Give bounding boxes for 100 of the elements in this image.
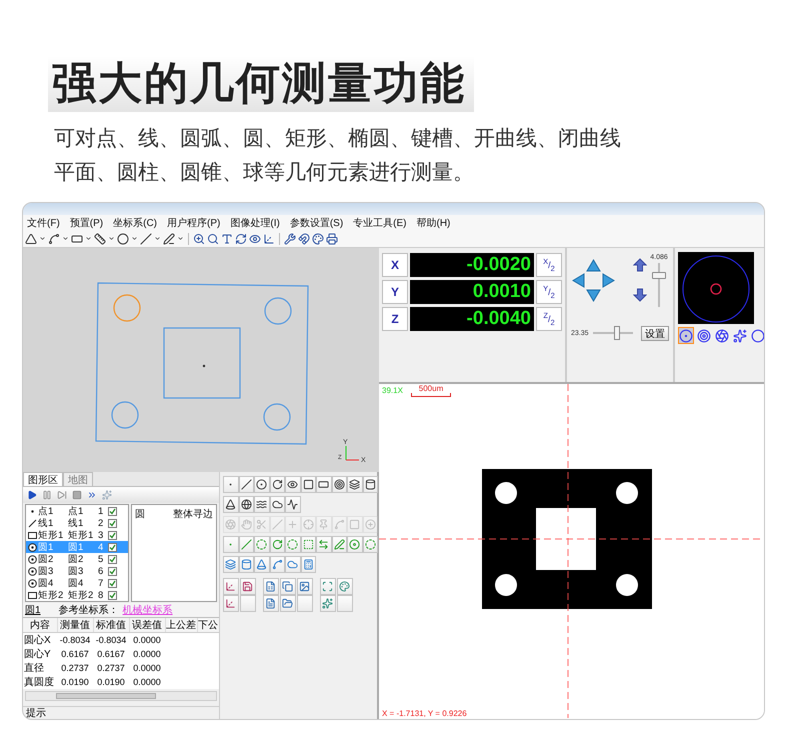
axis-button[interactable]: Y (382, 280, 408, 304)
step-icon[interactable] (57, 490, 67, 500)
element-row[interactable]: 线1 线1 2 (26, 517, 128, 529)
tool-button[interactable] (263, 595, 278, 612)
arrow-up-icon[interactable] (586, 258, 601, 273)
caret-icon[interactable] (108, 235, 115, 242)
light-mode-button[interactable] (678, 327, 694, 344)
halve-button[interactable]: $^{X}$/$_{2}$ (536, 253, 562, 277)
play-icon[interactable] (27, 490, 37, 500)
menu-item[interactable]: 文件(F) (25, 216, 62, 230)
search-icon[interactable] (207, 232, 219, 244)
light-mode-button[interactable] (696, 327, 712, 344)
tool-button[interactable] (263, 578, 278, 595)
element-checkbox[interactable] (108, 507, 117, 516)
circle-icon[interactable] (117, 232, 129, 244)
horizontal-scrollbar[interactable] (25, 691, 217, 701)
axis-icon[interactable] (263, 232, 275, 244)
caret-icon[interactable] (85, 235, 92, 242)
fast-forward-icon[interactable] (87, 490, 97, 500)
tool-button[interactable] (240, 578, 256, 595)
element-name: 矩形1 (38, 529, 64, 542)
halve-button[interactable]: $^{Y}$/$_{2}$ (536, 280, 562, 304)
polyline-icon[interactable] (48, 232, 60, 244)
tool-button[interactable] (254, 496, 270, 513)
menu-item[interactable]: 用户程序(P) (165, 216, 222, 230)
eye-icon[interactable] (249, 232, 261, 244)
plane-icon (225, 559, 236, 570)
stop-icon[interactable] (72, 490, 82, 500)
tool-button[interactable] (238, 476, 254, 493)
refresh-icon[interactable] (235, 232, 247, 244)
text-icon[interactable] (221, 232, 233, 244)
zoom-in-icon[interactable] (193, 232, 205, 244)
light-mode-button[interactable] (732, 327, 748, 344)
light-slider-thumb[interactable] (614, 326, 620, 340)
element-row[interactable]: 圆3 圆3 6 (26, 565, 128, 577)
calculator-icon (302, 559, 314, 570)
tool-button[interactable] (285, 476, 300, 493)
tool-button[interactable] (223, 578, 238, 595)
ruler-icon[interactable] (94, 232, 106, 244)
tool-button[interactable] (238, 496, 254, 513)
element-row[interactable]: 矩形1 矩形1 3 (26, 529, 128, 541)
element-checkbox[interactable] (108, 519, 117, 528)
view-tab[interactable]: 图形区 (23, 472, 63, 486)
element-checkbox[interactable] (108, 531, 117, 540)
caret-icon[interactable] (177, 235, 184, 242)
pen-icon[interactable] (163, 232, 175, 244)
caret-icon[interactable] (62, 235, 69, 242)
printer-icon[interactable] (326, 232, 338, 244)
element-row[interactable]: 圆2 圆2 5 (26, 553, 128, 565)
caret-icon[interactable] (39, 235, 46, 242)
tool-button[interactable] (254, 476, 270, 493)
magnet-icon[interactable] (298, 232, 310, 244)
tool-button[interactable] (280, 578, 296, 595)
tool-button[interactable] (270, 476, 285, 493)
light-mode-button[interactable] (714, 327, 730, 344)
tool-button[interactable] (285, 496, 300, 513)
element-checkbox[interactable] (108, 579, 117, 588)
element-checkbox[interactable] (108, 555, 117, 564)
menu-item[interactable]: 参数设置(S) (288, 216, 346, 230)
view-tab[interactable]: 地图 (63, 472, 93, 486)
down-arrow-icon[interactable] (633, 288, 647, 302)
menu-item[interactable]: 预置(P) (68, 216, 106, 230)
tool-button[interactable] (223, 595, 238, 612)
halve-button[interactable]: $^{Z}$/$_{2}$ (536, 307, 562, 331)
menu-item[interactable]: 专业工具(E) (351, 216, 408, 230)
tool-button[interactable] (280, 595, 296, 612)
triangle-icon[interactable] (25, 232, 37, 244)
arrow-down-icon[interactable] (586, 288, 601, 303)
menu-item[interactable]: 图像处理(I) (228, 216, 282, 230)
element-checkbox[interactable] (108, 567, 117, 576)
tool-button[interactable] (332, 476, 347, 493)
tool-button[interactable] (297, 578, 312, 595)
element-row[interactable]: 矩形2 矩形2 8 (26, 589, 128, 601)
palette-icon[interactable] (312, 232, 324, 244)
tool-button[interactable] (362, 476, 378, 493)
tool-button[interactable] (223, 496, 238, 513)
element-checkbox[interactable] (108, 543, 117, 552)
menu-item[interactable]: 坐标系(C) (111, 216, 160, 230)
caret-icon[interactable] (154, 235, 161, 242)
tool-button[interactable] (300, 476, 316, 493)
arrow-left-icon[interactable] (571, 273, 586, 288)
element-row[interactable]: 圆4 圆4 7 (26, 577, 128, 589)
wrench-icon[interactable] (284, 232, 296, 244)
light-mode-button[interactable] (750, 327, 764, 344)
axis-button[interactable]: Z (382, 307, 408, 331)
zoom-slider-thumb[interactable] (652, 272, 666, 280)
element-checkbox[interactable] (108, 591, 117, 600)
rectangle-icon[interactable] (71, 232, 83, 244)
menu-item[interactable]: 帮助(H) (414, 216, 452, 230)
slash-icon[interactable] (140, 232, 152, 244)
pause-icon[interactable] (42, 490, 52, 500)
axis-button[interactable]: X (382, 253, 408, 277)
tool-button[interactable] (347, 476, 362, 493)
up-arrow-icon[interactable] (633, 258, 647, 272)
tool-button[interactable] (270, 496, 285, 513)
arrow-right-icon[interactable] (601, 273, 616, 288)
element-row[interactable]: 点1 点1 1 (26, 505, 128, 517)
caret-icon[interactable] (131, 235, 138, 242)
settings-button[interactable]: 设置 (641, 326, 669, 340)
tool-button[interactable] (316, 476, 332, 493)
